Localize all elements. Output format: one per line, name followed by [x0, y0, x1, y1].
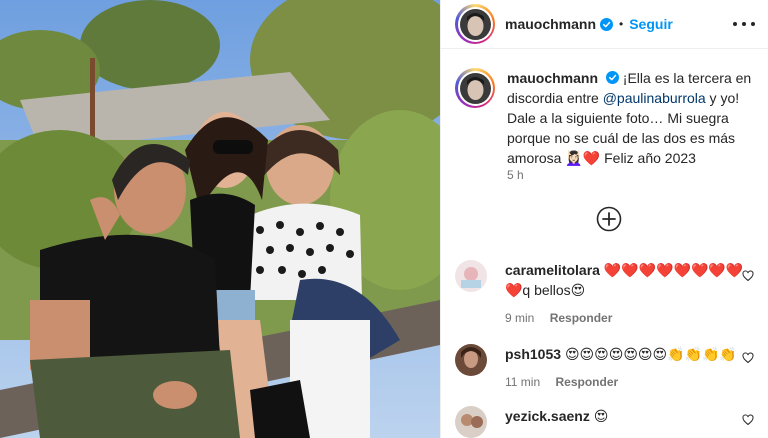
- verified-badge-icon: [605, 71, 619, 84]
- comment-username[interactable]: yezick.saenz: [505, 408, 590, 424]
- author-avatar[interactable]: [455, 4, 495, 44]
- caption-username[interactable]: mauochmann: [507, 70, 598, 86]
- header-dot-separator: •: [619, 17, 624, 31]
- reply-button[interactable]: Responder: [555, 375, 618, 389]
- post-photo: [0, 0, 440, 438]
- caption-mention-link[interactable]: @paulinaburrola: [603, 90, 706, 106]
- load-more-icon[interactable]: [596, 206, 622, 232]
- follow-button[interactable]: Seguir: [629, 16, 673, 32]
- verified-badge-icon: [600, 17, 614, 31]
- reply-button[interactable]: Responder: [550, 311, 613, 325]
- heart-icon[interactable]: [742, 352, 754, 364]
- comment-item: caramelitolara ❤️❤️❤️❤️❤️❤️❤️❤️❤️q bello…: [455, 260, 765, 328]
- post-side-panel: mauochmann • Seguir mauochmann ¡Ella es …: [440, 0, 768, 438]
- commenter-avatar[interactable]: [455, 260, 487, 292]
- more-options-icon[interactable]: [733, 14, 755, 34]
- comment-text: 😍: [593, 408, 609, 424]
- comment-item: psh1053 😍😍😍😍😍😍😍👏👏👏👏 11 min Responder: [455, 344, 765, 392]
- comment-time[interactable]: 11 min: [505, 375, 540, 389]
- heart-icon[interactable]: [742, 270, 754, 282]
- caption-text: mauochmann ¡Ella es la tercera en discor…: [507, 68, 753, 168]
- caption-timestamp[interactable]: 5 h: [507, 168, 524, 182]
- comment-username[interactable]: caramelitolara: [505, 262, 600, 278]
- comment-username[interactable]: psh1053: [505, 346, 561, 362]
- comment-text: 😍😍😍😍😍😍😍👏👏👏👏: [564, 346, 737, 362]
- comment-item: yezick.saenz 😍: [455, 406, 765, 438]
- commenter-avatar[interactable]: [455, 344, 487, 376]
- heart-icon[interactable]: [742, 414, 754, 426]
- comment-time[interactable]: 9 min: [505, 311, 534, 325]
- post-header: mauochmann • Seguir: [441, 0, 768, 49]
- post-caption: mauochmann ¡Ella es la tercera en discor…: [455, 68, 755, 168]
- caption-avatar[interactable]: [455, 68, 495, 108]
- commenter-avatar[interactable]: [455, 406, 487, 438]
- author-username[interactable]: mauochmann: [505, 16, 596, 32]
